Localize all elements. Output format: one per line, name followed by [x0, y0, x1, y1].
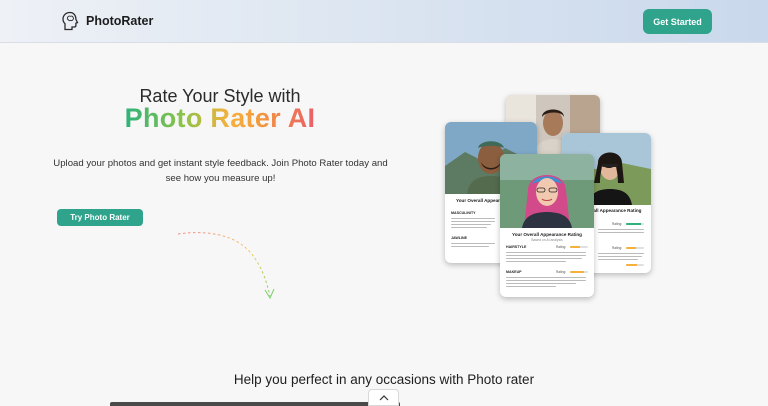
card-title: Your Overall Appearance Rating [512, 232, 582, 237]
get-started-button[interactable]: Get Started [643, 9, 712, 34]
text-placeholder-line [506, 286, 556, 288]
rating-bar-fill [570, 246, 580, 248]
card-subtitle: Based on AI analysis [531, 238, 563, 242]
text-placeholder-line [506, 283, 576, 285]
try-photo-rater-button[interactable]: Try Photo Rater [57, 209, 143, 226]
rating-label: Rating: [556, 245, 567, 249]
card-section-label: MASCULINITY [451, 211, 476, 215]
rating-label: Rating: [612, 222, 623, 226]
card-section-label: HAIRSTYLE [506, 245, 527, 249]
text-placeholder-line [451, 224, 491, 226]
text-placeholder-line [451, 218, 495, 220]
rating-bar-fill [626, 264, 637, 266]
text-placeholder-line [506, 277, 586, 279]
dashed-arrow-decoration [177, 232, 275, 300]
preview-strip [110, 402, 400, 406]
text-placeholder-line [598, 259, 638, 261]
text-placeholder-line [598, 256, 642, 258]
text-placeholder-line [451, 221, 495, 223]
head-profile-logo-icon[interactable] [61, 11, 79, 31]
top-navbar: PhotoRater Get Started [0, 0, 768, 43]
rating-bar [626, 264, 644, 266]
rating-bar [626, 247, 644, 249]
text-placeholder-line [451, 243, 495, 245]
hero-heading-gradient: Photo Rater AI [0, 103, 440, 134]
text-placeholder-line [598, 229, 644, 231]
rating-bar [570, 271, 588, 273]
hero-heading-line2: Photo Rater AI [124, 103, 316, 133]
text-placeholder-line [451, 227, 487, 229]
text-placeholder-line [506, 252, 586, 254]
card-section-label: MAKEUP [506, 270, 522, 274]
text-placeholder-line [506, 280, 586, 282]
text-placeholder-line [506, 255, 586, 257]
scroll-to-top-button[interactable] [368, 389, 399, 406]
text-placeholder-line [598, 253, 644, 255]
rating-bar [626, 223, 644, 225]
text-placeholder-line [598, 232, 644, 234]
rating-bar-fill [626, 223, 642, 225]
sample-rating-card-center: Your Overall Appearance Rating Based on … [500, 154, 594, 297]
rating-bar [570, 246, 588, 248]
hero-description: Upload your photos and get instant style… [53, 158, 388, 184]
text-placeholder-line [506, 258, 582, 260]
rating-label: Rating: [612, 246, 623, 250]
section-heading: Help you perfect in any occasions with P… [233, 372, 535, 387]
chevron-up-icon [379, 394, 388, 400]
rating-label: Rating: [556, 270, 567, 274]
woman-colorful-hair-photo [500, 154, 594, 228]
rating-bar-fill [570, 271, 585, 273]
card-section-label: JAWLINE [451, 236, 467, 240]
brand-name[interactable]: PhotoRater [86, 14, 153, 28]
rating-bar-fill [626, 247, 636, 249]
text-placeholder-line [506, 261, 566, 263]
text-placeholder-line [451, 246, 489, 248]
